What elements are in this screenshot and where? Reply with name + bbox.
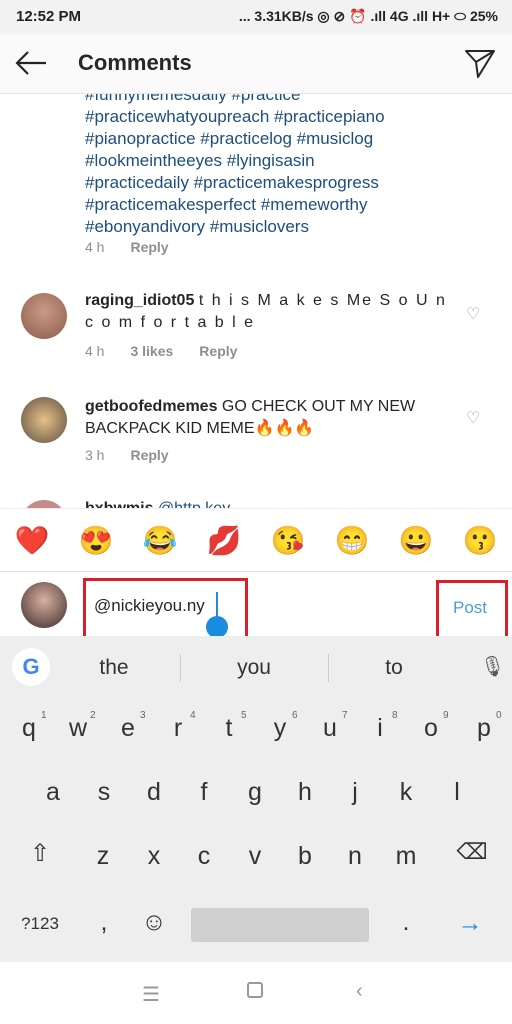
backspace-key[interactable]: ⌫ [456, 839, 487, 865]
key-hint: 0 [496, 710, 502, 721]
comment-input[interactable]: @nickieyou.ny [94, 596, 205, 616]
reply-button[interactable]: Reply [130, 239, 168, 255]
suggestion[interactable]: to [385, 656, 403, 680]
text-cursor [216, 592, 218, 618]
emoji-quick-bar: ❤️ 😍 😂 💋 😘 😁 😀 😗 [0, 508, 512, 572]
key-n[interactable]: n [348, 842, 362, 871]
key-l[interactable]: l [454, 778, 460, 807]
key-hint: 9 [443, 710, 449, 721]
header: Comments [0, 34, 512, 94]
key-w[interactable]: w [69, 714, 87, 743]
menu-icon[interactable]: ☰ [142, 982, 160, 1007]
key-hint: 4 [190, 710, 196, 721]
period-key[interactable]: . [403, 908, 410, 937]
emoji-heart-eyes[interactable]: 😍 [79, 524, 114, 557]
heart-icon[interactable]: ♡ [466, 408, 480, 428]
key-e[interactable]: e [121, 714, 135, 743]
comment-text: bxbwmjs @http.key [85, 498, 455, 508]
key-hint: 2 [90, 710, 96, 721]
comment-composer: @nickieyou.ny Post [0, 572, 512, 642]
google-icon[interactable]: G [12, 648, 50, 686]
page-title: Comments [78, 50, 192, 75]
comment-meta: 4 h3 likes Reply [85, 343, 238, 359]
key-hint: 6 [292, 710, 298, 721]
emoji-blow-kiss[interactable]: 😘 [271, 524, 306, 557]
comment-meta: 3 h Reply [85, 447, 169, 463]
key-a[interactable]: a [46, 778, 60, 807]
home-icon[interactable] [247, 982, 263, 998]
caption-meta: 4 h Reply [85, 239, 169, 255]
key-t[interactable]: t [226, 714, 233, 743]
microphone-icon[interactable]: 🎙 [480, 654, 505, 679]
space-bar[interactable] [191, 908, 369, 942]
comments-list[interactable]: #funnymemesdaily #practice #practicewhat… [0, 94, 512, 508]
key-b[interactable]: b [298, 842, 312, 871]
key-h[interactable]: h [298, 778, 312, 807]
key-r[interactable]: r [174, 714, 182, 743]
comma-key[interactable]: , [101, 908, 108, 937]
status-icons: ... 3.31KB/s ◎ ⊘ ⏰ .ıll 4G .ıll H+ ⬭ 25% [238, 8, 498, 24]
key-c[interactable]: c [198, 842, 211, 871]
suggestion[interactable]: the [99, 656, 128, 680]
comment-username[interactable]: raging_idiot05 [85, 292, 194, 309]
cursor-handle[interactable] [206, 616, 228, 638]
key-hint: 7 [342, 710, 348, 721]
emoji-heart[interactable]: ❤️ [15, 524, 50, 557]
keyboard: G the you to 🎙 q1 w2 e3 r4 t5 y6 u7 i8 o9 p0 a s d f g… [0, 636, 512, 962]
avatar[interactable] [21, 293, 67, 339]
key-hint: 8 [392, 710, 398, 721]
reply-button[interactable]: Reply [199, 343, 237, 359]
emoji-key[interactable]: ☺ [141, 908, 167, 937]
avatar[interactable] [21, 500, 67, 508]
shift-key[interactable]: ⇧ [30, 839, 50, 868]
key-x[interactable]: x [148, 842, 161, 871]
key-y[interactable]: y [274, 714, 287, 743]
comment-text: raging_idiot05 t h i s M a k e s Me S o … [85, 292, 447, 331]
key-hint: 5 [241, 710, 247, 721]
key-j[interactable]: j [352, 778, 358, 807]
emoji-grin[interactable]: 😁 [335, 524, 370, 557]
emoji-kiss-mark[interactable]: 💋 [207, 524, 242, 557]
send-icon[interactable] [464, 48, 496, 80]
key-i[interactable]: i [377, 714, 383, 743]
suggestion[interactable]: you [237, 656, 271, 680]
reply-button[interactable]: Reply [130, 447, 168, 463]
enter-arrow-icon[interactable]: → [458, 909, 483, 938]
status-time: 12:52 PM [16, 8, 82, 25]
status-bar: 12:52 PM ... 3.31KB/s ◎ ⊘ ⏰ .ıll 4G .ıll… [0, 0, 512, 34]
emoji-grinning[interactable]: 😀 [399, 524, 434, 557]
key-v[interactable]: v [249, 842, 262, 871]
key-hint: 3 [140, 710, 146, 721]
key-f[interactable]: f [201, 778, 208, 807]
key-s[interactable]: s [98, 778, 111, 807]
key-hint: 1 [41, 710, 47, 721]
comment-text: getboofedmemes GO CHECK OUT MY NEW BACKP… [85, 398, 416, 437]
key-p[interactable]: p [477, 714, 491, 743]
key-u[interactable]: u [323, 714, 337, 743]
caption-hashtags: #funnymemesdaily #practice #practicewhat… [85, 94, 385, 236]
key-m[interactable]: m [396, 842, 417, 871]
arrow-left-icon[interactable] [14, 50, 48, 76]
emoji-kissing[interactable]: 😗 [463, 524, 498, 557]
post-button[interactable]: Post [453, 598, 487, 618]
likes-count[interactable]: 3 likes [130, 343, 173, 359]
key-d[interactable]: d [147, 778, 161, 807]
user-avatar [21, 582, 67, 628]
key-g[interactable]: g [248, 778, 262, 807]
navigation-bar: ☰ ‹ [0, 962, 512, 1024]
symbols-key[interactable]: ?123 [21, 914, 59, 934]
avatar[interactable] [21, 397, 67, 443]
key-q[interactable]: q [22, 714, 36, 743]
back-icon[interactable]: ‹ [356, 980, 363, 1003]
key-k[interactable]: k [400, 778, 413, 807]
key-o[interactable]: o [424, 714, 438, 743]
key-z[interactable]: z [97, 842, 110, 871]
comment-username[interactable]: getboofedmemes [85, 398, 217, 415]
emoji-joy[interactable]: 😂 [143, 524, 178, 557]
heart-icon[interactable]: ♡ [466, 304, 480, 324]
